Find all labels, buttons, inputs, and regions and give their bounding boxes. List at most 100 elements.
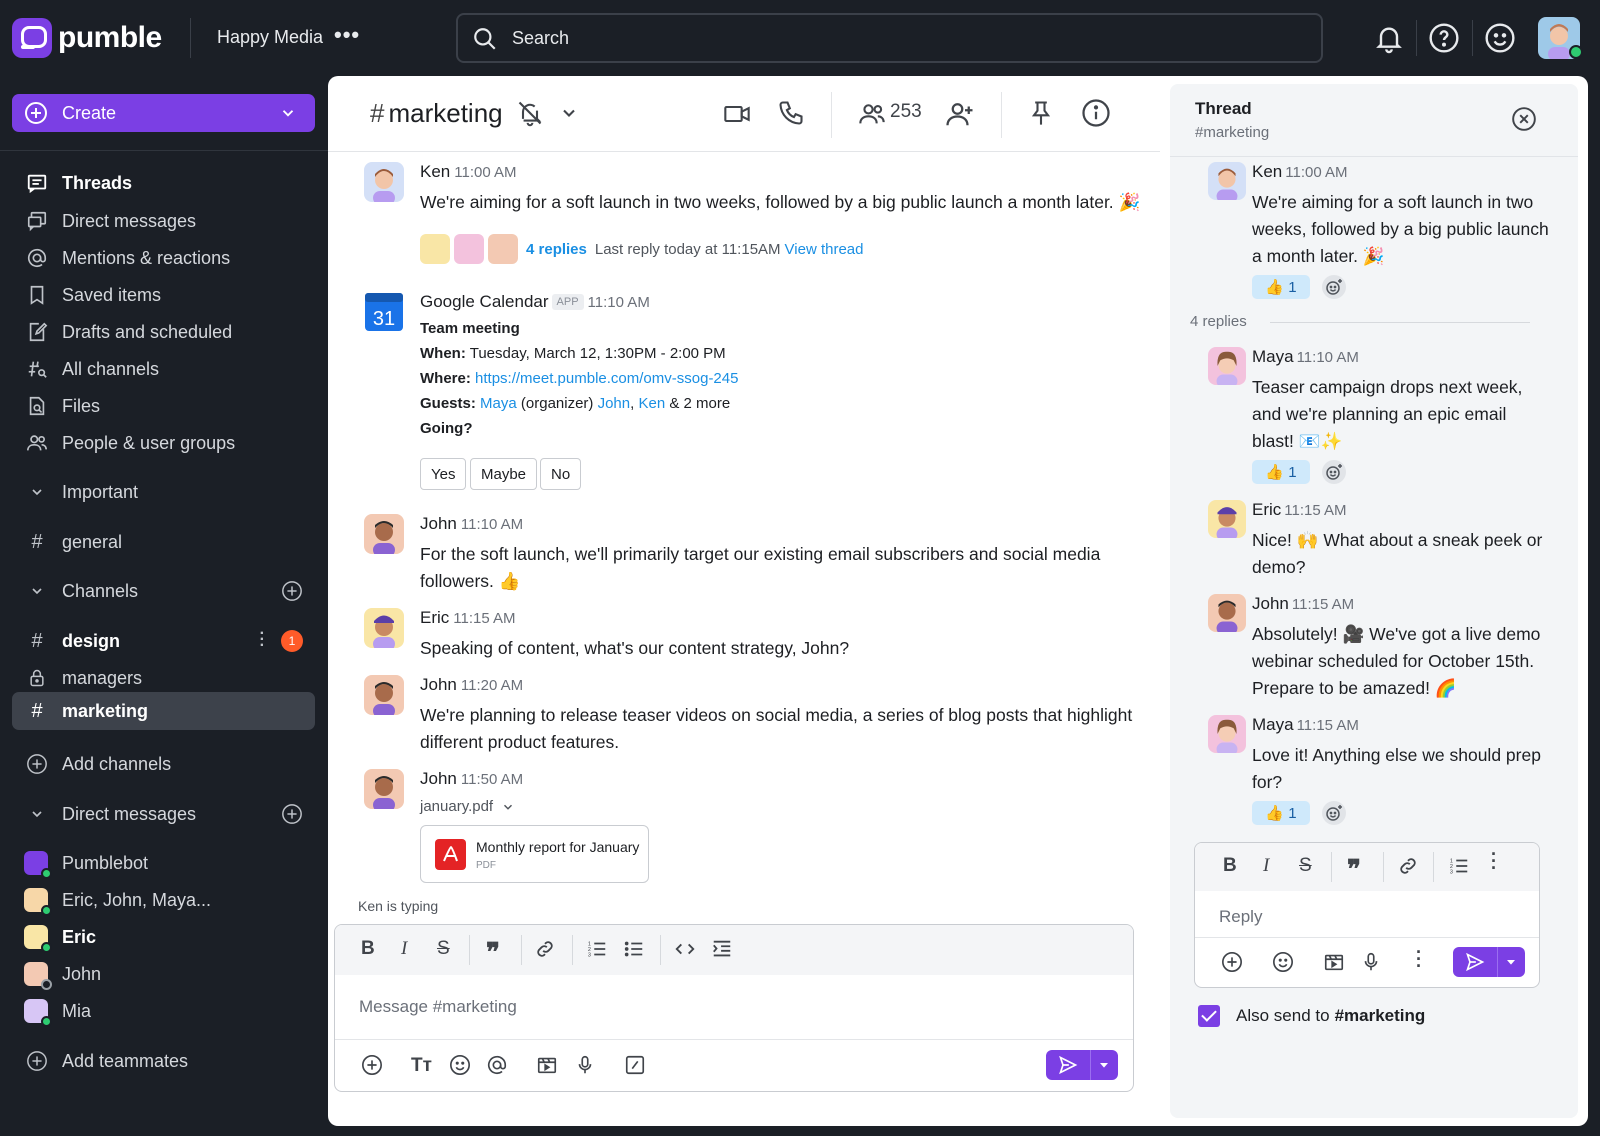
- sidebar-item-drafts[interactable]: Drafts and scheduled: [12, 313, 315, 351]
- slash-command-icon[interactable]: [624, 1054, 646, 1076]
- avatar[interactable]: [364, 514, 404, 554]
- section-channels[interactable]: Channels: [12, 572, 315, 610]
- sidebar-item-general[interactable]: # general: [12, 523, 315, 561]
- section-important[interactable]: Important: [12, 473, 315, 511]
- bullet-list-icon[interactable]: [623, 938, 645, 960]
- rsvp-maybe-button[interactable]: Maybe: [470, 458, 538, 490]
- microphone-icon[interactable]: [574, 1054, 596, 1076]
- sidebar-item-marketing[interactable]: # marketing: [12, 692, 315, 730]
- code-block-icon[interactable]: [711, 938, 733, 960]
- message-author[interactable]: Eric 11:15 AM: [420, 608, 516, 628]
- author-name[interactable]: Maya: [1252, 347, 1294, 366]
- dm-item-eric[interactable]: Eric: [12, 918, 315, 956]
- author-name[interactable]: Ken: [1252, 162, 1282, 181]
- message-input[interactable]: [359, 997, 1059, 1017]
- thread-channel[interactable]: #marketing: [1195, 124, 1269, 141]
- author-name[interactable]: John: [420, 675, 457, 694]
- thread-root-message[interactable]: Ken 11:00 AM We're aiming for a soft laun…: [1208, 162, 1558, 302]
- avatar[interactable]: [1208, 594, 1246, 632]
- attach-plus-icon[interactable]: [361, 1054, 383, 1076]
- sidebar-item-mentions[interactable]: Mentions & reactions: [12, 239, 315, 277]
- add-channels-button[interactable]: Add channels: [12, 745, 315, 783]
- file-attachment[interactable]: Monthly report for January PDF: [420, 825, 649, 883]
- numbered-list-icon[interactable]: 123: [1448, 855, 1470, 877]
- close-icon[interactable]: [1511, 106, 1537, 132]
- video-clip-icon[interactable]: [1323, 951, 1345, 973]
- message-item[interactable]: John 11:10 AM For the soft launch, we'll …: [364, 514, 1154, 594]
- create-button[interactable]: Create: [12, 94, 315, 132]
- italic-icon[interactable]: I: [1263, 855, 1285, 877]
- meeting-link[interactable]: https://meet.pumble.com/omv-ssog-245: [475, 370, 738, 387]
- mute-bell-icon[interactable]: [516, 99, 544, 127]
- message-author[interactable]: John 11:20 AM: [420, 675, 523, 695]
- message-author[interactable]: John 11:15 AM: [1252, 594, 1354, 614]
- workspace-name[interactable]: Happy Media: [217, 27, 323, 48]
- avatar[interactable]: [364, 675, 404, 715]
- quote-icon[interactable]: ❞: [486, 937, 508, 967]
- members-icon[interactable]: [858, 100, 886, 128]
- message-item[interactable]: John 11:20 AM We're planning to release t…: [364, 675, 1154, 755]
- message-item[interactable]: John 11:50 AM january.pdf Monthly report …: [364, 769, 1154, 914]
- status-emoji-icon[interactable]: [1484, 22, 1516, 54]
- emoji-icon[interactable]: [1272, 951, 1294, 973]
- channel-title[interactable]: # marketing: [370, 98, 503, 129]
- avatar[interactable]: [1208, 715, 1246, 753]
- search-bar[interactable]: [456, 13, 1323, 63]
- reaction-thumbs-up[interactable]: 👍 1: [1252, 801, 1310, 825]
- add-member-icon[interactable]: [945, 99, 975, 129]
- guest-link[interactable]: John: [598, 395, 631, 412]
- pin-icon[interactable]: [1027, 98, 1055, 128]
- link-icon[interactable]: [534, 938, 556, 960]
- dm-item-john[interactable]: John: [12, 955, 315, 993]
- help-icon[interactable]: [1428, 22, 1460, 54]
- more-icon[interactable]: · · ·: [1416, 943, 1438, 975]
- dm-item-pumblebot[interactable]: Pumblebot: [12, 844, 315, 882]
- workspace-more-icon[interactable]: •••: [334, 22, 360, 48]
- message-author[interactable]: Eric 11:15 AM: [1252, 500, 1347, 520]
- message-author[interactable]: Google Calendar APP 11:10 AM: [420, 292, 650, 312]
- rsvp-yes-button[interactable]: Yes: [420, 458, 467, 490]
- code-icon[interactable]: [674, 938, 696, 960]
- add-teammates-button[interactable]: Add teammates: [12, 1042, 315, 1080]
- rsvp-no-button[interactable]: No: [540, 458, 582, 490]
- message-item[interactable]: Ken 11:00 AM We're aiming for a soft laun…: [364, 162, 1154, 272]
- send-button[interactable]: [1453, 947, 1525, 977]
- sidebar-item-files[interactable]: Files: [12, 387, 315, 425]
- event-title-link[interactable]: Team meeting: [420, 320, 520, 337]
- thread-reply[interactable]: John 11:15 AM Absolutely! 🎥 We've got a l…: [1208, 594, 1558, 704]
- author-name[interactable]: Google Calendar: [420, 292, 549, 311]
- author-name[interactable]: Ken: [420, 162, 450, 181]
- guest-link[interactable]: Ken: [638, 395, 665, 412]
- message-item[interactable]: Eric 11:15 AM Speaking of content, what's…: [364, 608, 1154, 664]
- sidebar-item-design[interactable]: # design · · · 1: [12, 622, 315, 660]
- message-author[interactable]: Maya 11:15 AM: [1252, 715, 1359, 735]
- bold-icon[interactable]: B: [361, 938, 383, 960]
- thread-reply[interactable]: Maya 11:15 AM Love it! Anything else we s…: [1208, 715, 1558, 827]
- message-author[interactable]: John 11:50 AM: [420, 769, 523, 789]
- add-reaction-icon[interactable]: [1322, 275, 1346, 299]
- also-send-checkbox[interactable]: [1198, 1005, 1220, 1027]
- emoji-icon[interactable]: [449, 1054, 471, 1076]
- video-call-icon[interactable]: [723, 100, 751, 128]
- message-author[interactable]: John 11:10 AM: [420, 514, 523, 534]
- avatar[interactable]: [1208, 162, 1246, 200]
- section-direct-messages[interactable]: Direct messages: [12, 795, 315, 833]
- add-dm-icon[interactable]: [281, 803, 303, 825]
- bold-icon[interactable]: B: [1223, 855, 1245, 877]
- schedule-dropdown-icon[interactable]: [1503, 954, 1519, 970]
- replies-link[interactable]: 4 replies: [526, 241, 587, 258]
- dm-item-group[interactable]: Eric, John, Maya...: [12, 881, 315, 919]
- sidebar-item-all-channels[interactable]: All channels: [12, 350, 315, 388]
- author-name[interactable]: John: [1252, 594, 1289, 613]
- chevron-down-icon[interactable]: [559, 103, 579, 123]
- sidebar-item-saved[interactable]: Saved items: [12, 276, 315, 314]
- add-channel-icon[interactable]: [281, 580, 303, 602]
- message-author[interactable]: Ken 11:00 AM: [1252, 162, 1348, 182]
- more-icon[interactable]: · · ·: [1491, 845, 1513, 877]
- avatar[interactable]: [364, 769, 404, 809]
- attachment-toggle[interactable]: january.pdf: [420, 798, 515, 815]
- dm-item-mia[interactable]: Mia: [12, 992, 315, 1030]
- strikethrough-icon[interactable]: S: [1299, 855, 1321, 877]
- video-clip-icon[interactable]: [536, 1054, 558, 1076]
- schedule-dropdown-icon[interactable]: [1096, 1057, 1112, 1073]
